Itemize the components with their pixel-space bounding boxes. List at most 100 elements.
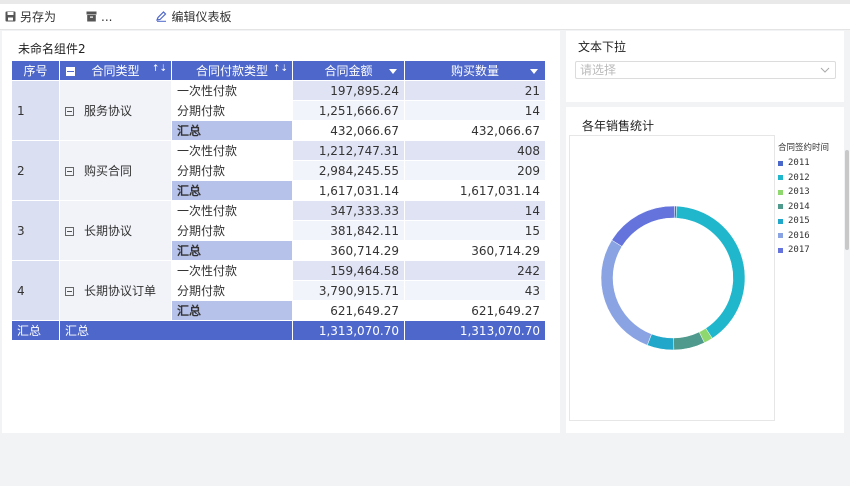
cell-amount: 197,895.24: [292, 80, 405, 101]
header-amount[interactable]: 合同金额: [292, 60, 405, 81]
donut-chart: [600, 205, 746, 351]
header-qty[interactable]: 购买数量: [404, 60, 546, 81]
header-pay[interactable]: 合同付款类型 ↑⇣: [171, 60, 293, 81]
header-type-label: 合同类型: [91, 64, 140, 78]
chart-title: 各年销售统计: [582, 119, 655, 133]
sort-icon[interactable]: ↑⇣: [273, 64, 288, 74]
cell-qty: 242: [404, 260, 546, 281]
cell-seq: 3: [11, 200, 60, 261]
chart-widget: 各年销售统计 合同签约时间 2011 2012 2013 2014 2015 2016 20…: [566, 107, 844, 433]
table-header-row: 序号 合同类型 ↑⇣ 合同付款类型 ↑⇣ 合同金额 购买数量: [11, 60, 546, 81]
collapse-icon[interactable]: [65, 287, 74, 296]
table-row: 1 服务协议 一次性付款 197,895.24 21: [11, 80, 546, 141]
legend-swatch: [778, 218, 783, 224]
cell-amount: 3,790,915.71: [292, 280, 405, 301]
text-dropdown[interactable]: 请选择: [575, 61, 836, 79]
cell-pay-type: 一次性付款: [171, 260, 293, 281]
collapse-all-icon[interactable]: [66, 67, 75, 76]
donut-slice-2012[interactable]: [675, 205, 746, 339]
pencil-icon: [156, 11, 167, 22]
cell-amount: 1,212,747.31: [292, 140, 405, 161]
legend-label: 2017: [788, 245, 810, 256]
legend-label: 2013: [788, 187, 810, 198]
cell-type: 服务协议: [59, 80, 172, 141]
table-row: 3 长期协议 一次性付款 347,333.33 14: [11, 200, 546, 261]
cell-pay-type: 分期付款: [171, 100, 293, 121]
cell-qty: 209: [404, 160, 546, 181]
donut-slice-2015[interactable]: [646, 333, 675, 351]
legend-item[interactable]: 2016: [778, 229, 829, 244]
cell-pay-type: 汇总: [171, 300, 293, 321]
chevron-down-icon: [820, 67, 830, 73]
save-as-button[interactable]: 另存为: [5, 5, 56, 29]
toolbar: 另存为 ... 编辑仪表板: [0, 0, 850, 30]
donut-slice-2014[interactable]: [673, 331, 705, 351]
legend-swatch: [778, 189, 783, 195]
cell-amount: 347,333.33: [292, 200, 405, 221]
sort-icon[interactable]: ↑⇣: [152, 64, 167, 74]
cell-qty: 21: [404, 80, 546, 101]
edit-dashboard-button[interactable]: 编辑仪表板: [156, 5, 231, 29]
edit-dashboard-label: 编辑仪表板: [171, 10, 232, 24]
legend-item[interactable]: 2017: [778, 243, 829, 258]
donut-slice-2017[interactable]: [611, 205, 675, 247]
cell-qty: 408: [404, 140, 546, 161]
legend-label: 2016: [788, 230, 810, 241]
cell-amount: 2,984,245.55: [292, 160, 405, 181]
total-seq: 汇总: [11, 320, 60, 341]
table-row: 4 长期协议订单 一次性付款 159,464.58 242: [11, 260, 546, 321]
legend-item[interactable]: 2011: [778, 156, 829, 171]
legend-item[interactable]: 2014: [778, 200, 829, 215]
header-type[interactable]: 合同类型 ↑⇣: [59, 60, 172, 81]
legend-item[interactable]: 2012: [778, 171, 829, 186]
cell-qty: 432,066.67: [404, 120, 546, 141]
total-type: 汇总: [59, 320, 293, 341]
save-as-label: 另存为: [20, 10, 57, 24]
collapse-icon[interactable]: [65, 227, 74, 236]
legend-swatch: [778, 247, 783, 253]
dropdown-widget: 文本下拉 请选择: [566, 31, 844, 102]
chart-area: [569, 135, 775, 421]
legend-label: 2012: [788, 172, 810, 183]
legend-item[interactable]: 2013: [778, 185, 829, 200]
collapse-icon[interactable]: [65, 167, 74, 176]
cell-type-label: 长期协议: [84, 224, 133, 238]
dropdown-title: 文本下拉: [578, 40, 627, 54]
cell-qty: 43: [404, 280, 546, 301]
legend-item[interactable]: 2015: [778, 214, 829, 229]
cell-amount: 159,464.58: [292, 260, 405, 281]
table-widget: 未命名组件2 序号 合同类型 ↑⇣ 合同付款类型 ↑⇣ 合同金额 购买数量 1 …: [2, 31, 560, 433]
cell-type: 长期协议: [59, 200, 172, 261]
dropdown-arrow-icon[interactable]: [530, 69, 538, 74]
legend-label: 2011: [788, 158, 810, 169]
save-icon: [5, 11, 16, 22]
legend-title: 合同签约时间: [778, 143, 830, 153]
legend-label: 2014: [788, 201, 810, 212]
chart-legend: 合同签约时间 2011 2012 2013 2014 2015 2016 2017: [778, 141, 829, 258]
cell-pay-type: 汇总: [171, 180, 293, 201]
donut-slice-2016[interactable]: [600, 239, 652, 346]
dropdown-arrow-icon[interactable]: [389, 69, 397, 74]
dropdown-placeholder: 请选择: [580, 63, 617, 77]
cell-amount: 1,251,666.67: [292, 100, 405, 121]
legend-swatch: [778, 175, 783, 181]
cell-amount: 621,649.27: [292, 300, 405, 321]
collapse-icon[interactable]: [65, 107, 74, 116]
cell-qty: 621,649.27: [404, 300, 546, 321]
more-button[interactable]: ...: [86, 5, 112, 29]
header-seq: 序号: [11, 60, 60, 81]
cell-seq: 2: [11, 140, 60, 201]
cell-amount: 1,617,031.14: [292, 180, 405, 201]
scrollbar[interactable]: [845, 150, 849, 250]
legend-label: 2015: [788, 216, 810, 227]
cell-amount: 360,714.29: [292, 240, 405, 261]
cell-seq: 4: [11, 260, 60, 321]
cell-pay-type: 分期付款: [171, 160, 293, 181]
header-pay-label: 合同付款类型: [195, 64, 268, 78]
cell-amount: 432,066.67: [292, 120, 405, 141]
cell-type: 长期协议订单: [59, 260, 172, 321]
legend-swatch: [778, 160, 783, 166]
cell-qty: 1,617,031.14: [404, 180, 546, 201]
cell-type-label: 购买合同: [84, 164, 133, 178]
cell-qty: 14: [404, 100, 546, 121]
